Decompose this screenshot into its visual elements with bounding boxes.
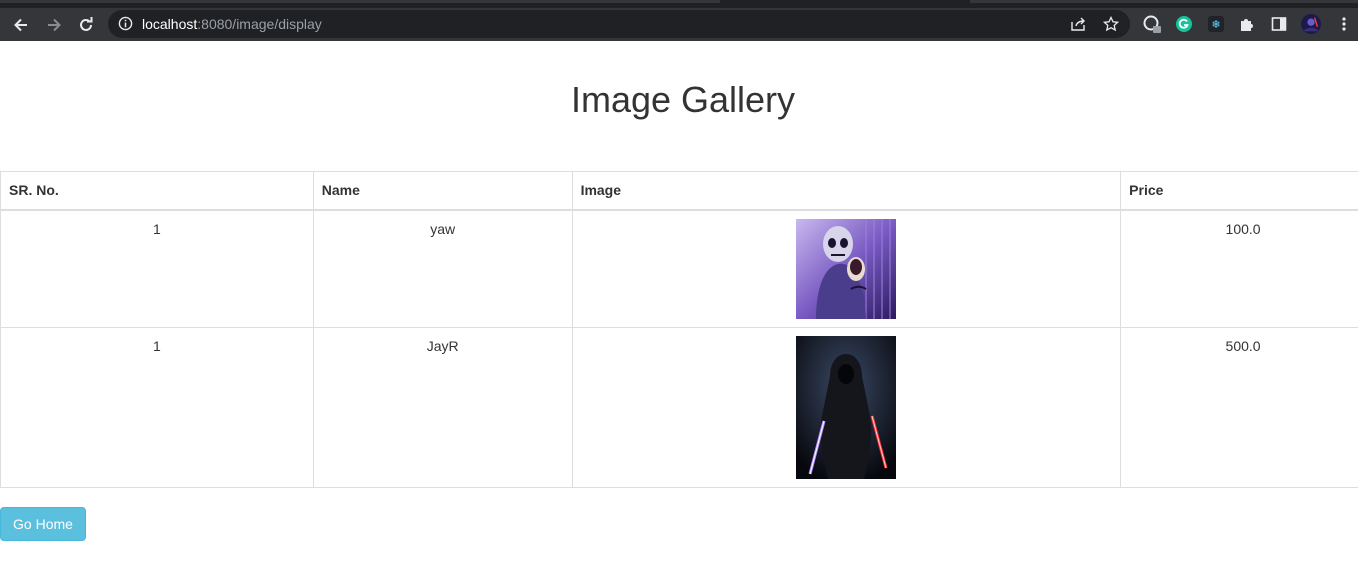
active-tab-edge <box>0 0 720 3</box>
reload-icon[interactable] <box>73 12 99 38</box>
go-home-button[interactable]: Go Home <box>0 507 86 541</box>
address-bar[interactable]: localhost:8080/image/display <box>108 10 1130 38</box>
browser-toolbar: localhost:8080/image/display ❄ <box>0 8 1358 41</box>
skeleton-figure-image <box>796 218 897 319</box>
table-header-row: SR. No. Name Image Price <box>0 171 1358 211</box>
header-image: Image <box>571 171 1122 211</box>
profile-avatar[interactable] <box>1301 14 1321 34</box>
header-name: Name <box>312 171 573 211</box>
cell-name: yaw <box>312 209 573 328</box>
cell-price: 500.0 <box>1120 326 1358 488</box>
menu-kebab-icon[interactable] <box>1334 14 1354 34</box>
cell-image <box>571 326 1122 488</box>
url-text: localhost:8080/image/display <box>142 16 322 32</box>
table-row: 1 yaw 100.0 <box>0 209 1358 328</box>
hooded-sith-image <box>796 335 897 479</box>
cell-name: JayR <box>312 326 573 488</box>
cell-price: 100.0 <box>1120 209 1358 328</box>
svg-text:❄: ❄ <box>1211 18 1220 31</box>
header-price: Price <box>1120 171 1358 211</box>
page-title: Image Gallery <box>570 79 796 120</box>
tab-strip-edge <box>970 0 1358 3</box>
cell-sr-no: 1 <box>0 326 314 488</box>
forward-icon[interactable] <box>41 12 67 38</box>
table-row: 1 JayR 500.0 <box>0 326 1358 488</box>
cell-image <box>571 209 1122 328</box>
cell-sr-no: 1 <box>0 209 314 328</box>
extension-lens-icon[interactable] <box>1142 14 1162 34</box>
tab-strip <box>0 0 1358 8</box>
share-icon[interactable] <box>1070 16 1087 37</box>
bookmark-star-icon[interactable] <box>1102 15 1120 37</box>
grammarly-icon[interactable] <box>1174 14 1194 34</box>
site-info-icon[interactable] <box>118 16 133 36</box>
side-panel-icon[interactable] <box>1269 14 1289 34</box>
back-icon[interactable] <box>8 12 34 38</box>
gallery-table: SR. No. Name Image Price 1 yaw 100.0 1 J… <box>0 171 1358 488</box>
extensions-puzzle-icon[interactable] <box>1237 14 1257 34</box>
react-devtools-icon[interactable]: ❄ <box>1206 14 1226 34</box>
header-sr-no: SR. No. <box>0 171 314 211</box>
inactive-tab-edge <box>725 0 965 3</box>
